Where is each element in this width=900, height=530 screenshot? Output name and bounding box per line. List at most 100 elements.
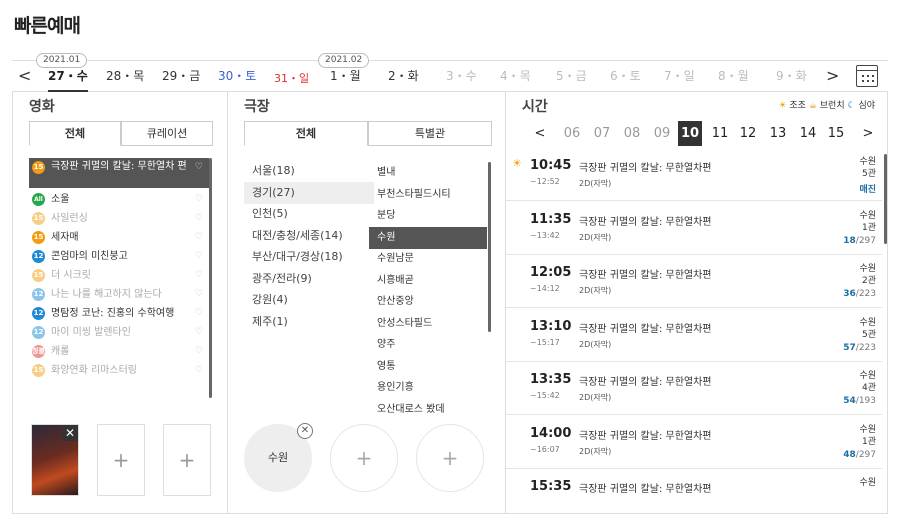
selected-theater-slot[interactable]: 수원 ✕	[244, 423, 313, 492]
remaining-seats: 18	[843, 235, 856, 246]
heart-icon[interactable]: ♡	[195, 361, 203, 380]
date-prev-arrow[interactable]: <	[18, 66, 31, 85]
showtime-row[interactable]: 12:05 ~14:12 극장판 귀멸의 칼날: 무한열차편 2D(자막) 수원 2관 36…	[506, 255, 882, 308]
showtime-row[interactable]: ☀ 10:45 ~12:52 극장판 귀멸의 칼날: 무한열차편 2D(자막) 수원 5관 매…	[506, 148, 882, 201]
showtime-row[interactable]: 11:35 ~13:42 극장판 귀멸의 칼날: 무한열차편 2D(자막) 수원 1관 18…	[506, 202, 882, 255]
rating-badge: 15	[32, 231, 45, 244]
movie-slot-empty[interactable]: +	[97, 424, 145, 496]
legend-brunch: 브런치	[819, 101, 845, 111]
date-item[interactable]: 9・화	[776, 67, 807, 84]
branch-item[interactable]: 분당	[369, 205, 487, 227]
hour-item[interactable]: 06	[560, 121, 584, 146]
branch-item[interactable]: 시흥배곧	[369, 270, 487, 292]
movie-list-item[interactable]: 12 콘엄마의 미친붕고 ♡	[29, 247, 209, 266]
hour-item[interactable]: 10	[678, 121, 702, 146]
close-icon[interactable]: ✕	[62, 425, 78, 441]
rating-badge: 15	[32, 364, 45, 377]
movie-list-item[interactable]: All 소울 ♡	[29, 190, 209, 209]
hour-item[interactable]: 09	[650, 121, 674, 146]
hour-item[interactable]: 12	[736, 121, 760, 146]
date-item[interactable]: 31・일	[274, 70, 309, 86]
date-item[interactable]: 28・목	[106, 67, 144, 84]
hour-item[interactable]: 15	[824, 121, 848, 146]
rating-badge: 15	[32, 161, 45, 174]
movie-list-item[interactable]: 15 사일런싱 ♡	[29, 209, 209, 228]
total-seats: /297	[855, 235, 876, 246]
showtime-row[interactable]: 13:35 ~15:42 극장판 귀멸의 칼날: 무한열차편 2D(자막) 수원 4관 54…	[506, 362, 882, 415]
heart-icon[interactable]: ♡	[195, 228, 203, 247]
rating-badge: All	[32, 193, 45, 206]
seat-count: 18/297	[843, 236, 876, 246]
heart-icon[interactable]: ♡	[195, 190, 203, 209]
hour-item[interactable]: 07	[590, 121, 614, 146]
hour-item[interactable]: 14	[796, 121, 820, 146]
date-item[interactable]: 27・수	[48, 67, 88, 92]
showtime-row[interactable]: 13:10 ~15:17 극장판 귀멸의 칼날: 무한열차편 2D(자막) 수원 5관 57…	[506, 309, 882, 362]
format-label: 2D(자막)	[579, 232, 612, 242]
heart-icon[interactable]: ♡	[195, 161, 203, 174]
date-item[interactable]: 3・수	[446, 67, 477, 84]
movie-scrollbar[interactable]	[209, 158, 212, 398]
sun-icon: ☀	[778, 101, 787, 111]
heart-icon[interactable]: ♡	[195, 209, 203, 228]
movie-list-item[interactable]: 15 화양연화 리마스터링 ♡	[29, 361, 209, 380]
showtime-row[interactable]: 15:35 극장판 귀멸의 칼날: 무한열차편 수원	[506, 469, 882, 514]
date-item[interactable]: 8・월	[718, 67, 749, 84]
branch-item[interactable]: 수원	[369, 226, 487, 249]
cup-icon: ☕	[808, 101, 817, 111]
movie-list-item[interactable]: 12 마이 미씽 발렌타인 ♡	[29, 323, 209, 342]
remaining-seats: 36	[843, 289, 856, 299]
branch-item[interactable]: 용인기흥	[369, 377, 487, 399]
heart-icon[interactable]: ♡	[195, 285, 203, 304]
branch-item[interactable]: 부천스타필드시티	[369, 184, 487, 206]
branch-item[interactable]: 안성스타필드	[369, 313, 487, 335]
hour-arrow[interactable]: >	[856, 121, 880, 146]
time-scrollbar[interactable]	[884, 154, 887, 244]
date-next-arrow[interactable]: >	[826, 66, 839, 85]
branch-item[interactable]: 영통	[369, 356, 487, 378]
branch-scrollbar[interactable]	[488, 162, 491, 332]
theater-slot-empty[interactable]: +	[416, 424, 484, 492]
hour-item[interactable]: 13	[766, 121, 790, 146]
date-item[interactable]: 4・목	[500, 67, 531, 84]
date-item[interactable]: 5・금	[556, 67, 587, 84]
date-item[interactable]: 29・금	[162, 67, 200, 84]
date-item[interactable]: 6・토	[610, 67, 641, 84]
theater-slot-empty[interactable]: +	[330, 424, 398, 492]
branch-item[interactable]: 안산중앙	[369, 291, 487, 313]
date-item[interactable]: 2・화	[388, 67, 419, 84]
rating-badge: 청불	[32, 345, 45, 358]
hour-item[interactable]: 08	[620, 121, 644, 146]
movie-list-item[interactable]: 12 나는 나를 해고하지 않는다 ♡	[29, 285, 209, 304]
heart-icon[interactable]: ♡	[195, 323, 203, 342]
hour-arrow[interactable]: <	[528, 121, 552, 146]
hour-item[interactable]: 11	[708, 121, 732, 146]
movie-tab-curation[interactable]: 큐레이션	[121, 121, 213, 146]
date-item[interactable]: 1・월	[330, 67, 361, 84]
movie-list-item[interactable]: 15 세자매 ♡	[29, 228, 209, 247]
close-icon[interactable]: ✕	[297, 423, 313, 439]
movie-list-item[interactable]: 청불 캐롤 ♡	[29, 342, 209, 361]
branch-item[interactable]: 별내	[369, 162, 487, 184]
heart-icon[interactable]: ♡	[195, 266, 203, 285]
heart-icon[interactable]: ♡	[195, 304, 203, 323]
date-item[interactable]: 7・일	[664, 67, 695, 84]
branch-item[interactable]: 오산대로스 봤데	[369, 399, 487, 419]
heart-icon[interactable]: ♡	[195, 247, 203, 266]
format-label: 2D(자막)	[579, 446, 612, 456]
calendar-icon[interactable]	[856, 65, 878, 87]
end-time: ~14:12	[530, 284, 560, 293]
movie-tab-all[interactable]: 전체	[29, 121, 121, 146]
date-item[interactable]: 30・토	[218, 67, 256, 84]
movie-list-item[interactable]: 15 더 시크릿 ♡	[29, 266, 209, 285]
branch-item[interactable]: 양주	[369, 334, 487, 356]
movie-list-item[interactable]: 12 명탐정 코난: 진홍의 수학여행 ♡	[29, 304, 209, 323]
branch-item[interactable]: 수원남문	[369, 248, 487, 270]
legend-morning: 조조	[789, 101, 806, 111]
movie-list-item[interactable]: 15 극장판 귀멸의 칼날: 무한열차 편 ♡	[29, 158, 209, 188]
movie-slot-empty[interactable]: +	[163, 424, 211, 496]
page-title: 빠른예매	[14, 15, 81, 37]
movie-title: 나는 나를 해고하지 않는다	[51, 289, 162, 300]
heart-icon[interactable]: ♡	[195, 342, 203, 361]
showtime-row[interactable]: 14:00 ~16:07 극장판 귀멸의 칼날: 무한열차편 2D(자막) 수원 1관 48…	[506, 416, 882, 469]
